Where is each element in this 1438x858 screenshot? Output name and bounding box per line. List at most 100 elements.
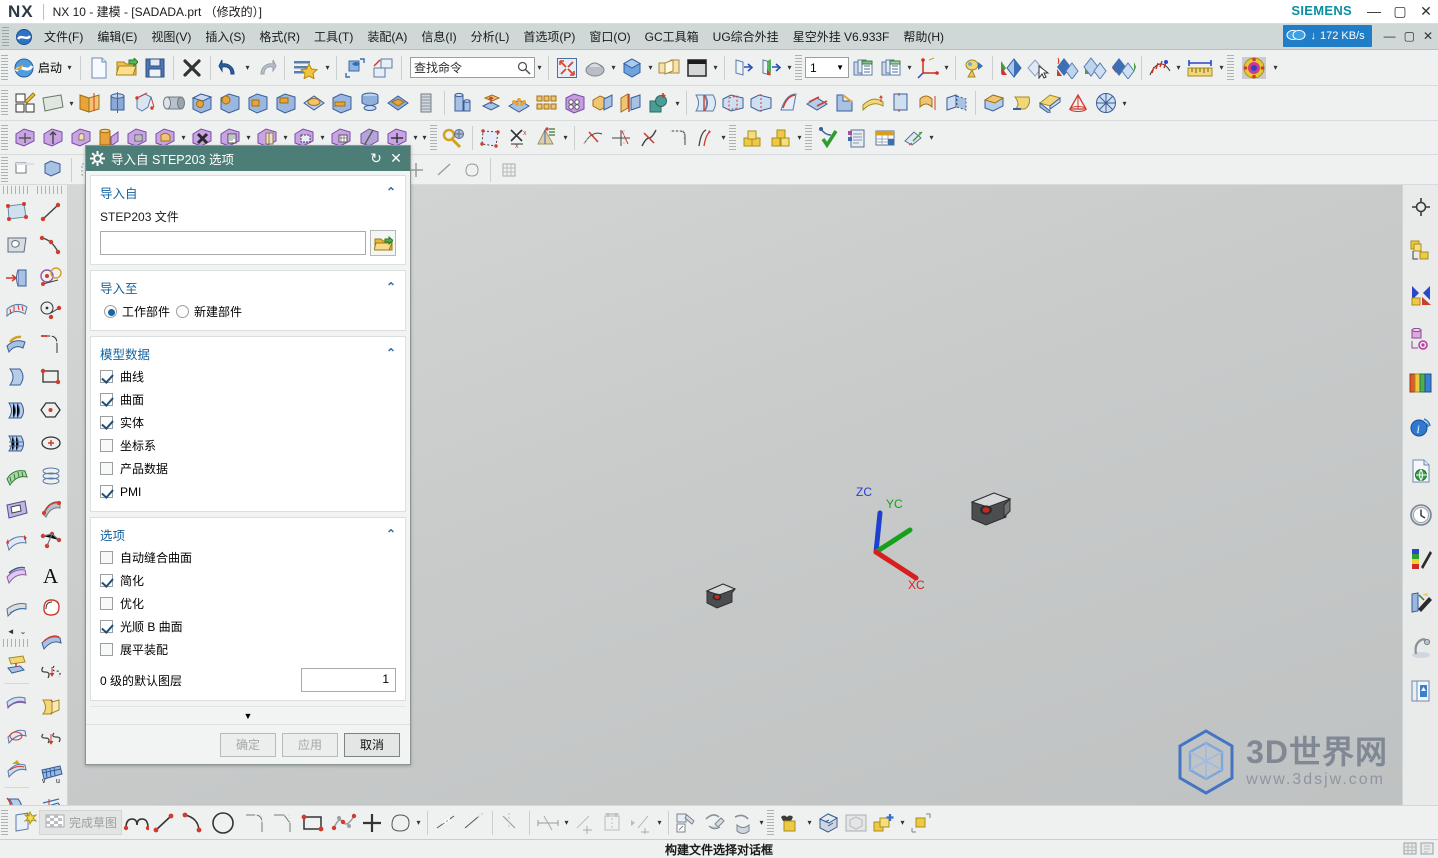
make-corner-button[interactable]	[498, 810, 524, 836]
doc-maximize-button[interactable]: ▢	[1404, 29, 1415, 43]
assembly-chevron-down-icon[interactable]: ▾	[411, 126, 420, 150]
cone-datum-button[interactable]	[1065, 90, 1091, 116]
add-component-small-button[interactable]	[871, 810, 897, 836]
slot-button[interactable]	[329, 90, 355, 116]
helix-icon[interactable]	[34, 459, 67, 492]
curve-extend-button[interactable]	[608, 125, 634, 151]
show-constraints-button[interactable]	[628, 810, 654, 836]
sheet-extend-icon[interactable]	[0, 591, 33, 624]
wireframe-preview-button[interactable]	[843, 810, 869, 836]
menu-item-ug-plugin[interactable]: UG综合外挂	[706, 25, 786, 48]
chamfer-button[interactable]	[832, 90, 858, 116]
check-mate-button[interactable]	[816, 125, 842, 151]
boolean-chevron-down-icon[interactable]: ▾	[673, 91, 682, 115]
checkbox-csys-box[interactable]	[100, 439, 113, 452]
reuse-library-button[interactable]	[342, 55, 368, 81]
roles-icon[interactable]	[1403, 669, 1438, 713]
select-display-button[interactable]	[1026, 55, 1052, 81]
menu-item-help[interactable]: 帮助(H)	[896, 25, 951, 48]
slash-icon[interactable]	[431, 157, 457, 183]
browse-file-button[interactable]	[370, 230, 396, 256]
selection-cue-button[interactable]	[778, 810, 804, 836]
ok-button[interactable]: 确定	[220, 732, 276, 757]
nx-app-icon[interactable]	[15, 28, 33, 46]
open-file-button[interactable]	[114, 55, 140, 81]
reset-icon[interactable]: ↻	[366, 150, 386, 167]
menu-item-view[interactable]: 视图(V)	[144, 25, 198, 48]
undo-chevron-down-icon[interactable]: ▾	[243, 56, 252, 80]
menu-grip[interactable]	[2, 26, 9, 47]
status-info-icon[interactable]	[1420, 842, 1434, 855]
checkbox-flatten-assembly[interactable]: 展平装配	[100, 638, 396, 661]
circle-tangent-icon[interactable]	[34, 261, 67, 294]
curve-offset-button[interactable]	[692, 125, 718, 151]
mesh-surface-icon[interactable]	[0, 426, 33, 459]
part-navigator-icon[interactable]	[1403, 229, 1438, 273]
isoparametric-curve-icon[interactable]: vu	[34, 756, 67, 789]
menu-item-file[interactable]: 文件(F)	[37, 25, 90, 48]
checkbox-curves[interactable]: 曲线	[100, 365, 396, 388]
extrude-surface-icon[interactable]	[0, 261, 33, 294]
thicken-button[interactable]	[916, 90, 942, 116]
assembly-overflow-icon[interactable]: ▾	[420, 126, 429, 150]
hide-objects-button[interactable]	[1054, 55, 1080, 81]
sweep-button[interactable]	[133, 90, 159, 116]
sketch-tools-button[interactable]	[441, 125, 467, 151]
minimize-button[interactable]: —	[1366, 2, 1382, 20]
line-curve-icon[interactable]	[34, 195, 67, 228]
polyhedron-button[interactable]	[1093, 90, 1119, 116]
view-orientation-button[interactable]	[582, 55, 608, 81]
down-chevrons-icon[interactable]: ⌄	[20, 627, 27, 636]
curve-split-button[interactable]	[636, 125, 662, 151]
pattern-face-button[interactable]	[506, 90, 532, 116]
trim-body-button[interactable]	[748, 90, 774, 116]
rectangle-icon[interactable]	[34, 360, 67, 393]
block-button[interactable]	[981, 90, 1007, 116]
checkbox-pmi[interactable]: PMI	[100, 480, 396, 503]
geometric-constraint-button[interactable]	[572, 810, 598, 836]
doc-minimize-button[interactable]: —	[1384, 29, 1396, 43]
checkbox-simplify-box[interactable]	[100, 574, 113, 587]
left-dock-grip[interactable]	[3, 186, 30, 194]
sketch-button[interactable]	[12, 90, 38, 116]
assembly-constraint-button[interactable]	[40, 125, 66, 151]
sketch-edit-chevron-down-icon[interactable]: ▾	[757, 811, 766, 835]
layer-visible-button[interactable]	[878, 55, 904, 81]
offset-face-button[interactable]	[888, 90, 914, 116]
left-dock-overflow-1[interactable]: ◄ ⌄	[0, 624, 33, 638]
doc-close-button[interactable]: ✕	[1423, 29, 1433, 43]
background-chevron-down-icon[interactable]: ▾	[711, 56, 720, 80]
hd3d-info-icon[interactable]: i	[1403, 405, 1438, 449]
sew-button[interactable]	[944, 90, 970, 116]
point-tool-button[interactable]	[359, 810, 385, 836]
toolbar-grip[interactable]	[1, 90, 8, 116]
menu-item-analysis[interactable]: 分析(L)	[464, 25, 517, 48]
wcs-chevron-down-icon[interactable]: ▾	[942, 56, 951, 80]
move-object-button[interactable]	[961, 55, 987, 81]
checkbox-curves-box[interactable]	[100, 370, 113, 383]
show-only-button[interactable]	[998, 55, 1024, 81]
sketch-toolbar-grip-2[interactable]	[767, 809, 775, 836]
maximize-button[interactable]: ▢	[1392, 2, 1408, 20]
sketch-plane-button[interactable]	[478, 125, 504, 151]
checkbox-flatten-assembly-box[interactable]	[100, 643, 113, 656]
n-sided-surface-icon[interactable]	[0, 393, 33, 426]
left-dock-grip-b[interactable]	[37, 186, 64, 194]
datum-csys-chevron-down-icon[interactable]: ▾	[561, 126, 570, 150]
checkbox-product-data[interactable]: 产品数据	[100, 457, 396, 480]
measure-distance-button[interactable]	[1184, 55, 1216, 81]
rotor-feature-button[interactable]	[1238, 55, 1270, 81]
invert-show-hide-button[interactable]	[1110, 55, 1137, 81]
system-visualization-icon[interactable]	[1403, 625, 1438, 669]
new-file-button[interactable]	[86, 55, 112, 81]
toolbar-grip[interactable]	[1, 54, 8, 81]
reattach-sketch-button[interactable]	[730, 810, 756, 836]
view-section-button[interactable]	[656, 55, 682, 81]
web-browser-icon[interactable]	[1403, 449, 1438, 493]
component-transform-button[interactable]	[908, 810, 934, 836]
project-curve-icon[interactable]	[34, 657, 67, 690]
start-chevron-down-icon[interactable]: ▾	[65, 56, 74, 80]
toolbar-grip[interactable]	[1, 124, 8, 151]
group-header-import-from[interactable]: 导入自 ⌃	[100, 180, 396, 204]
pad-button[interactable]	[273, 90, 299, 116]
